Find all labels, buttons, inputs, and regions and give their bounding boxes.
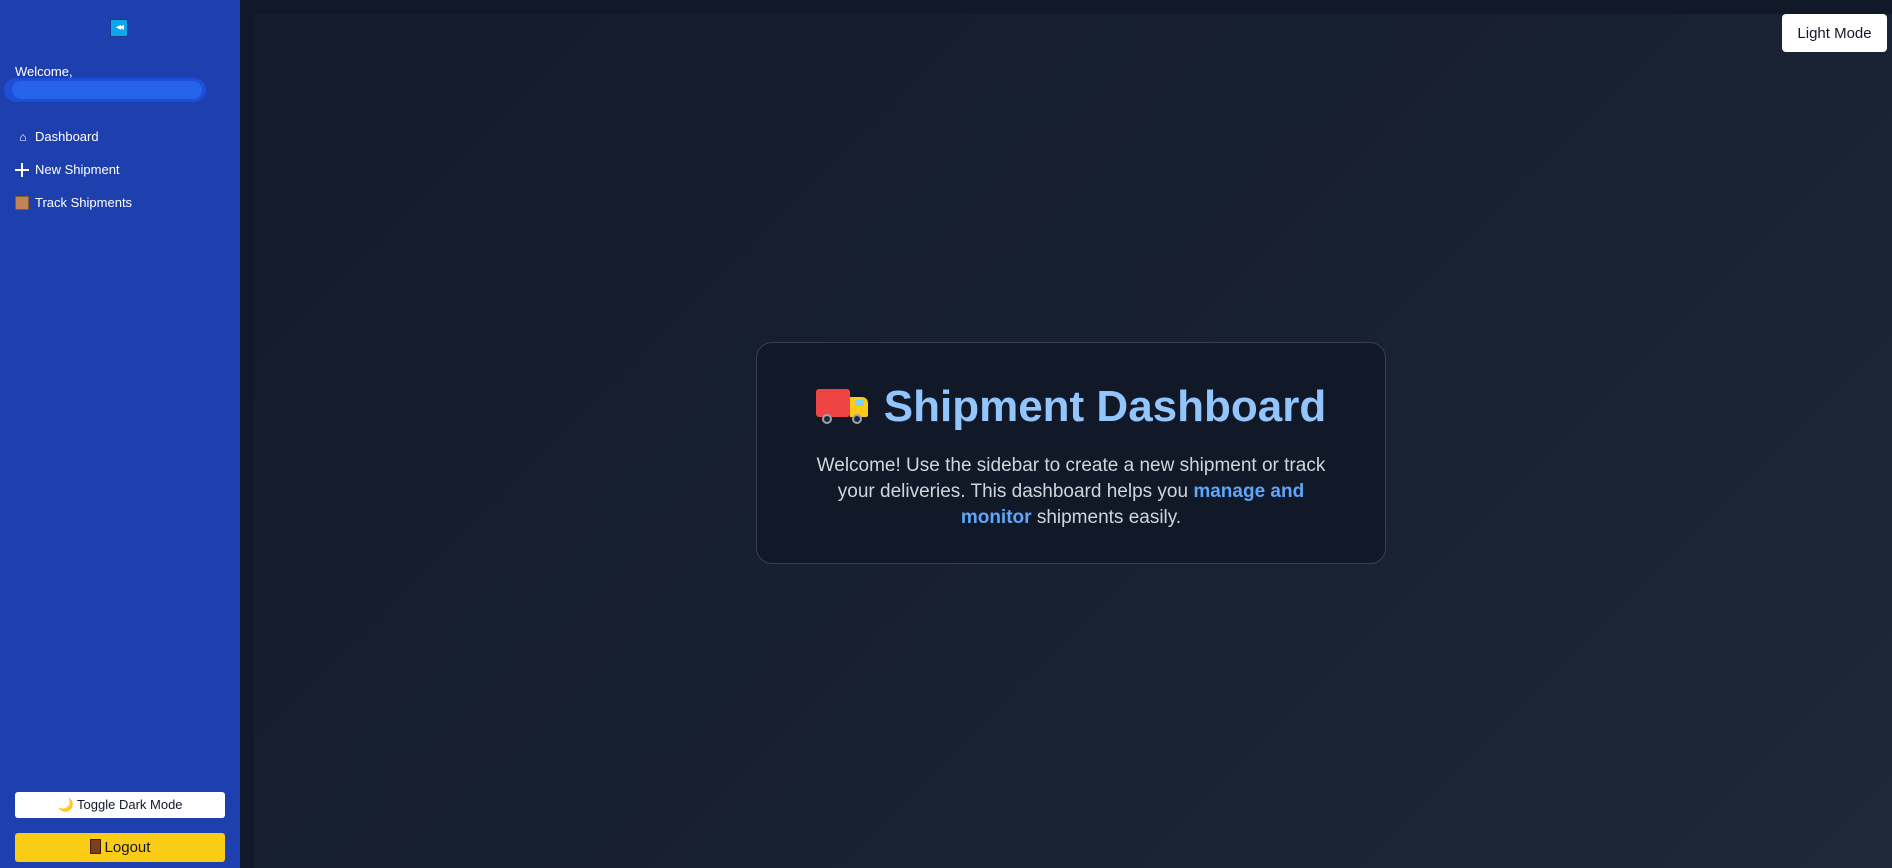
light-mode-button[interactable]: Light Mode xyxy=(1782,14,1887,52)
welcome-description: Welcome! Use the sidebar to create a new… xyxy=(801,453,1341,531)
logout-button[interactable]: Logout xyxy=(15,833,225,862)
redacted-username xyxy=(4,78,206,102)
welcome-card: Shipment Dashboard Welcome! Use the side… xyxy=(756,342,1386,564)
sidebar-item-label: New Shipment xyxy=(35,162,120,177)
description-text-end: shipments easily. xyxy=(1031,507,1182,528)
page-title: Shipment Dashboard xyxy=(757,381,1385,433)
plus-icon xyxy=(15,162,29,177)
sidebar: ◂◂ Welcome, ⌂ Dashboard New Shipment Tra… xyxy=(0,0,240,868)
door-icon xyxy=(89,839,101,854)
page-title-text: Shipment Dashboard xyxy=(883,382,1327,431)
welcome-label: Welcome, xyxy=(15,64,73,79)
sidebar-nav: ⌂ Dashboard New Shipment Track Shipments xyxy=(15,120,132,219)
sidebar-item-dashboard[interactable]: ⌂ Dashboard xyxy=(15,120,132,153)
sidebar-item-label: Track Shipments xyxy=(35,195,133,210)
sidebar-item-label: Dashboard xyxy=(35,129,99,144)
sidebar-item-track-shipments[interactable]: Track Shipments xyxy=(15,186,132,219)
logout-label: Logout xyxy=(104,839,151,856)
main-content: Light Mode Shipment Dashboard Welcome! U… xyxy=(254,14,1892,868)
collapse-sidebar-button[interactable]: ◂◂ xyxy=(110,19,128,37)
truck-icon xyxy=(815,387,870,425)
moon-icon: 🌙 xyxy=(57,797,74,812)
sidebar-item-new-shipment[interactable]: New Shipment xyxy=(15,153,132,186)
package-icon xyxy=(15,195,29,210)
home-icon: ⌂ xyxy=(19,129,27,144)
toggle-dark-mode-label: Toggle Dark Mode xyxy=(77,797,183,812)
toggle-dark-mode-button[interactable]: 🌙 Toggle Dark Mode xyxy=(15,792,225,818)
